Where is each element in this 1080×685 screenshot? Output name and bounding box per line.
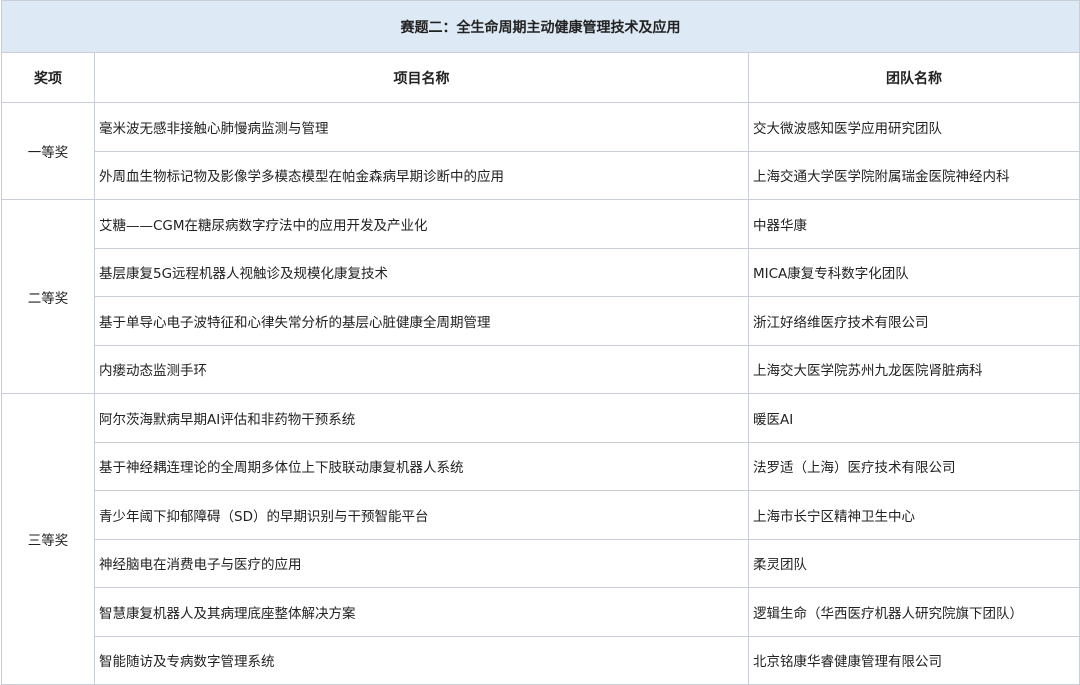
team-name: 浙江好络维医疗技术有限公司 [747, 296, 1080, 346]
team-name: 交大微波感知医学应用研究团队 [747, 102, 1080, 152]
team-name: 中器华康 [747, 199, 1080, 249]
project-name: 毫米波无感非接触心肺慢病监测与管理 [94, 102, 749, 152]
table-row: 一等奖 毫米波无感非接触心肺慢病监测与管理 交大微波感知医学应用研究团队 [1, 102, 1080, 200]
table-row: 基层康复5G远程机器人视触诊及规模化康复技术 MICA康复专科数字化团队 [2, 247, 1080, 297]
table-row: 青少年阈下抑郁障碍（SD）的早期识别与干预智能平台 上海市长宁区精神卫生中心 [2, 490, 1080, 540]
awards-table: 赛题二：全生命周期主动健康管理技术及应用 奖项 项目名称 团队名称 一等奖 毫米… [0, 0, 1080, 685]
team-name: 柔灵团队 [747, 538, 1080, 588]
project-name: 智能随访及专病数字管理系统 [94, 635, 749, 685]
team-name: 逻辑生命（华西医疗机器人研究院旗下团队） [747, 587, 1080, 637]
project-name: 智慧康复机器人及其病理底座整体解决方案 [94, 587, 749, 637]
table-title: 赛题二：全生命周期主动健康管理技术及应用 [0, 0, 1080, 53]
table-row: 基于神经耦连理论的全周期多体位上下肢联动康复机器人系统 法罗适（上海）医疗技术有… [2, 441, 1080, 491]
table-row: 外周血生物标记物及影像学多模态模型在帕金森病早期诊断中的应用 上海交通大学医学院… [2, 150, 1080, 200]
team-name: 上海市长宁区精神卫生中心 [747, 490, 1080, 540]
title-row: 赛题二：全生命周期主动健康管理技术及应用 [0, 0, 1080, 53]
header-team: 团队名称 [747, 52, 1080, 103]
team-name: MICA康复专科数字化团队 [747, 247, 1080, 297]
project-name: 青少年阈下抑郁障碍（SD）的早期识别与干预智能平台 [94, 490, 749, 540]
header-project: 项目名称 [94, 52, 749, 103]
team-name: 法罗适（上海）医疗技术有限公司 [747, 441, 1080, 491]
table-row: 基于单导心电子波特征和心律失常分析的基层心脏健康全周期管理 浙江好络维医疗技术有… [2, 296, 1080, 346]
team-name: 上海交通大学医学院附属瑞金医院神经内科 [747, 150, 1080, 200]
table-row: 三等奖 阿尔茨海默病早期AI评估和非药物干预系统 暖医AI [1, 393, 1080, 685]
prize-second: 二等奖 [1, 199, 95, 394]
team-name: 上海交大医学院苏州九龙医院肾脏病科 [747, 344, 1080, 394]
project-name: 艾糖——CGM在糖尿病数字疗法中的应用开发及产业化 [94, 199, 749, 249]
project-name: 基于单导心电子波特征和心律失常分析的基层心脏健康全周期管理 [94, 296, 749, 346]
table-row: 智慧康复机器人及其病理底座整体解决方案 逻辑生命（华西医疗机器人研究院旗下团队） [2, 587, 1080, 637]
project-name: 基层康复5G远程机器人视触诊及规模化康复技术 [94, 247, 749, 297]
project-name: 神经脑电在消费电子与医疗的应用 [94, 538, 749, 588]
project-name: 外周血生物标记物及影像学多模态模型在帕金森病早期诊断中的应用 [94, 150, 749, 200]
table-row: 智能随访及专病数字管理系统 北京铭康华睿健康管理有限公司 [2, 635, 1080, 685]
table-row: 神经脑电在消费电子与医疗的应用 柔灵团队 [2, 538, 1080, 588]
team-name: 北京铭康华睿健康管理有限公司 [747, 635, 1080, 685]
project-name: 基于神经耦连理论的全周期多体位上下肢联动康复机器人系统 [94, 441, 749, 491]
table-row: 内瘘动态监测手环 上海交大医学院苏州九龙医院肾脏病科 [2, 344, 1080, 394]
prize-third: 三等奖 [1, 393, 95, 685]
header-prize: 奖项 [1, 52, 95, 103]
header-row: 奖项 项目名称 团队名称 [1, 52, 1080, 103]
project-name: 阿尔茨海默病早期AI评估和非药物干预系统 [94, 393, 749, 443]
table-row: 二等奖 艾糖——CGM在糖尿病数字疗法中的应用开发及产业化 中器华康 [1, 199, 1080, 394]
team-name: 暖医AI [747, 393, 1080, 443]
prize-first: 一等奖 [1, 102, 95, 200]
project-name: 内瘘动态监测手环 [94, 344, 749, 394]
